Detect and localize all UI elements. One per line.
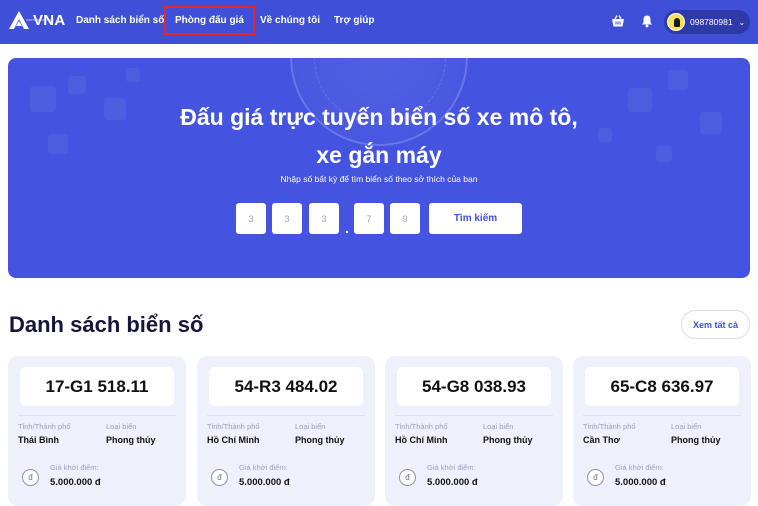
type-label: Loại biển <box>106 422 137 431</box>
plate-card[interactable]: 54-G8 038.93 Tỉnh/Thành phố Loại biển Hồ… <box>385 356 563 506</box>
logo-subtext: VIETNAM AUCTION <box>26 18 54 22</box>
province-value: Cần Thơ <box>583 435 620 445</box>
plate-card[interactable]: 17-G1 518.11 Tỉnh/Thành phố Loại biển Th… <box>8 356 186 506</box>
province-label: Tỉnh/Thành phố <box>18 422 71 431</box>
divider <box>207 415 365 416</box>
type-value: Phong thủy <box>106 435 156 445</box>
price-value: 5.000.000 đ <box>427 477 478 488</box>
divider <box>583 415 741 416</box>
plate-card[interactable]: 54-R3 484.02 Tỉnh/Thành phố Loại biển Hồ… <box>197 356 375 506</box>
plate-number: 65-C8 636.97 <box>585 367 739 406</box>
coin-icon: đ <box>399 469 416 486</box>
avatar <box>667 13 685 31</box>
province-label: Tỉnh/Thành phố <box>395 422 448 431</box>
decor-square <box>126 68 140 82</box>
nav-auction-room[interactable]: Phòng đấu giá <box>164 6 255 35</box>
plate-number: 17-G1 518.11 <box>20 367 174 406</box>
decor-square <box>668 70 688 90</box>
digit-separator: . <box>345 220 349 236</box>
plate-number: 54-R3 484.02 <box>209 367 363 406</box>
digit-input-5[interactable]: 9 <box>390 203 420 234</box>
plate-number: 54-G8 038.93 <box>397 367 551 406</box>
coin-icon: đ <box>211 469 228 486</box>
hero-title-line2: xe gắn máy <box>316 142 442 168</box>
province-label: Tỉnh/Thành phố <box>583 422 636 431</box>
type-value: Phong thủy <box>483 435 533 445</box>
user-menu[interactable]: 098780981 ⌄ <box>664 10 750 34</box>
price-label: Giá khởi điểm: <box>50 463 99 472</box>
digit-input-2[interactable]: 3 <box>272 203 302 234</box>
province-label: Tỉnh/Thành phố <box>207 422 260 431</box>
province-value: Hồ Chí Minh <box>207 435 260 445</box>
nav-about-us[interactable]: Về chúng tôi <box>260 15 320 26</box>
nav-plate-list[interactable]: Danh sách biển số <box>76 15 164 26</box>
coin-icon: đ <box>587 469 604 486</box>
user-phone: 098780981 <box>690 17 733 27</box>
plate-card[interactable]: 65-C8 636.97 Tỉnh/Thành phố Loại biển Cầ… <box>573 356 751 506</box>
type-value: Phong thủy <box>295 435 345 445</box>
province-value: Hồ Chí Minh <box>395 435 448 445</box>
digit-input-1[interactable]: 3 <box>236 203 266 234</box>
section-title: Danh sách biển số <box>9 312 204 337</box>
price-label: Giá khởi điểm: <box>615 463 664 472</box>
province-value: Thái Bình <box>18 435 59 445</box>
type-label: Loại biển <box>295 422 326 431</box>
see-all-button[interactable]: Xem tất cả <box>681 310 750 339</box>
hero-banner: Đấu giá trực tuyến biển số xe mô tô, xe … <box>8 58 750 278</box>
price-value: 5.000.000 đ <box>615 477 666 488</box>
decor-square <box>68 76 86 94</box>
search-button[interactable]: Tìm kiếm <box>429 203 522 234</box>
divider <box>395 415 553 416</box>
price-value: 5.000.000 đ <box>50 477 101 488</box>
digit-input-4[interactable]: 7 <box>354 203 384 234</box>
price-label: Giá khởi điểm: <box>427 463 476 472</box>
nav-help[interactable]: Trợ giúp <box>334 15 374 26</box>
basket-icon[interactable] <box>611 14 625 28</box>
digit-input-3[interactable]: 3 <box>309 203 339 234</box>
coin-icon: đ <box>22 469 39 486</box>
type-value: Phong thủy <box>671 435 721 445</box>
emblem-watermark <box>290 58 468 146</box>
bell-icon[interactable] <box>640 14 654 28</box>
chevron-down-icon: ⌄ <box>738 17 746 27</box>
hero-title-line1: Đấu giá trực tuyến biển số xe mô tô, <box>180 104 578 130</box>
type-label: Loại biển <box>671 422 702 431</box>
top-navbar: VNA VIETNAM AUCTION Danh sách biển số Ph… <box>0 0 758 44</box>
hero-subtitle: Nhập số bất kỳ để tìm biển số theo sở th… <box>280 174 478 184</box>
price-label: Giá khởi điểm: <box>239 463 288 472</box>
price-value: 5.000.000 đ <box>239 477 290 488</box>
type-label: Loại biển <box>483 422 514 431</box>
divider <box>18 415 176 416</box>
